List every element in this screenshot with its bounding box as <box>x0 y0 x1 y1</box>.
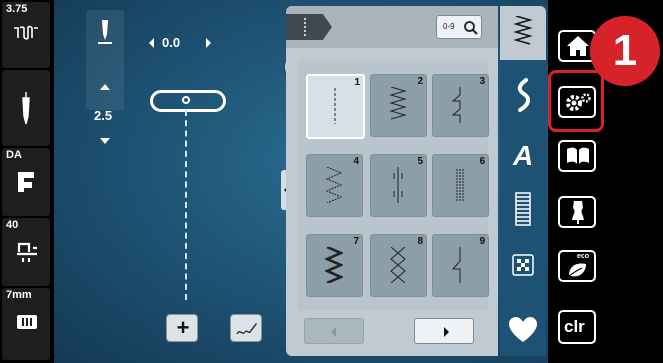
stitch-tile-5[interactable]: 5 <box>370 154 427 217</box>
stitch-number: 7 <box>353 236 359 247</box>
personal-memory-heart-icon[interactable] <box>508 316 538 344</box>
presser-foot-button[interactable]: DA <box>2 148 50 216</box>
honeycomb-pattern-icon <box>390 247 406 283</box>
quilt-category-icon[interactable] <box>512 254 534 276</box>
needle-right-arrow-icon[interactable] <box>202 36 214 50</box>
stitch-number: 3 <box>479 76 485 87</box>
sewing-consultant-button[interactable] <box>558 196 596 228</box>
needle-position-icon <box>98 16 112 44</box>
stitch-tile-6[interactable]: 6 <box>432 154 489 217</box>
tutorial-button[interactable] <box>558 140 596 172</box>
stitch-length-value: 2.5 <box>94 108 113 123</box>
stitch-number: 4 <box>353 156 359 167</box>
previous-page-icon <box>331 327 336 337</box>
plus-label: + <box>176 315 190 340</box>
search-label: 0‑9 <box>443 22 455 31</box>
open-book-icon <box>567 147 589 164</box>
next-page-icon <box>444 327 449 337</box>
callout-badge: 1 <box>590 16 660 86</box>
stitch-tile-8[interactable]: 8 <box>370 234 427 297</box>
stitch-tile-4[interactable]: 4 <box>306 154 363 217</box>
needle-button[interactable] <box>2 70 50 146</box>
left-status-strip: 3.75 DA 40 7mm <box>0 0 52 363</box>
thread-tension-icon <box>14 25 38 40</box>
thread-tension-button[interactable]: 3.75 <box>2 2 50 68</box>
stitch-grid: 1 2 3 4 5 6 7 8 9 <box>298 60 489 310</box>
straight-stitch-pattern-icon <box>334 88 336 124</box>
stitch-search-button[interactable]: 0‑9 <box>436 15 482 39</box>
running-stitch-pattern-icon <box>325 167 343 203</box>
tension-value: 3.75 <box>6 3 28 15</box>
triple-straight-pattern-icon <box>456 169 464 201</box>
stitch-pen-icon <box>236 323 257 335</box>
presser-pressure-value: 40 <box>6 219 19 231</box>
clear-label: clr <box>564 317 585 336</box>
stitch-editor-button[interactable] <box>230 314 262 342</box>
needle-icon <box>22 92 30 125</box>
eco-mode-button[interactable]: eco <box>558 250 596 282</box>
zigzag-category-icon <box>513 16 533 45</box>
needle-left-arrow-icon[interactable] <box>146 36 158 50</box>
stitch-number: 5 <box>417 156 423 167</box>
home-icon <box>567 36 589 56</box>
straight-stitch-icon <box>304 18 306 36</box>
stitch-tile-2[interactable]: 2 <box>370 74 427 137</box>
stitch-category-tab[interactable] <box>286 14 332 40</box>
zigzag-stitch-pattern-icon <box>389 87 407 120</box>
decorative-stitches-icon[interactable] <box>512 78 534 112</box>
alphabet-category[interactable]: A <box>513 140 533 172</box>
stitch-tile-3[interactable]: 3 <box>432 74 489 137</box>
stitch-number: 8 <box>417 236 423 247</box>
securing-stitch-pattern-icon <box>393 167 403 203</box>
stitch-number: 2 <box>417 76 423 87</box>
stitch-plate-icon <box>17 315 37 329</box>
stitch-length-down-icon[interactable] <box>98 136 112 146</box>
presser-foot-label: DA <box>6 149 22 161</box>
gear-icon <box>566 93 591 111</box>
vari-overlock-pattern-icon <box>451 87 461 123</box>
needle-position-panel <box>86 10 124 110</box>
stitch-tile-7[interactable]: 7 <box>306 234 363 297</box>
triple-zigzag-pattern-icon <box>325 247 343 283</box>
stitch-number: 6 <box>479 156 485 167</box>
stitch-preview-line <box>185 110 187 300</box>
search-icon <box>464 21 478 35</box>
feed-dog-label: 7mm <box>6 289 32 301</box>
stitch-tile-9[interactable]: 9 <box>432 234 489 297</box>
stitch-panel-header: 0‑9 <box>286 6 498 48</box>
eco-label: eco <box>577 253 590 260</box>
stitch-number: 9 <box>479 236 485 247</box>
stitch-tile-1[interactable]: 1 <box>306 74 365 139</box>
presser-pressure-icon <box>17 242 37 262</box>
presser-pressure-button[interactable]: 40 <box>2 218 50 286</box>
stitch-category-column: A <box>500 6 546 356</box>
add-stitch-button[interactable]: + <box>166 314 198 342</box>
page-next-button[interactable] <box>414 318 474 344</box>
needle-position-value: 0.0 <box>162 35 181 50</box>
blind-stitch-pattern-icon <box>451 247 461 283</box>
needle-drop-point <box>182 96 190 104</box>
buttonhole-category-icon[interactable] <box>513 192 533 226</box>
clear-button[interactable]: clr <box>558 310 596 344</box>
presser-foot-icon <box>18 172 34 192</box>
stitch-number: 1 <box>354 77 360 88</box>
category-practical-stitches[interactable] <box>500 6 546 60</box>
feed-dog-button[interactable]: 7mm <box>2 288 50 360</box>
dress-form-icon <box>572 201 584 224</box>
page-previous-button[interactable] <box>304 318 364 344</box>
stitch-length-up-icon[interactable] <box>98 82 112 92</box>
setup-button[interactable] <box>558 86 596 118</box>
